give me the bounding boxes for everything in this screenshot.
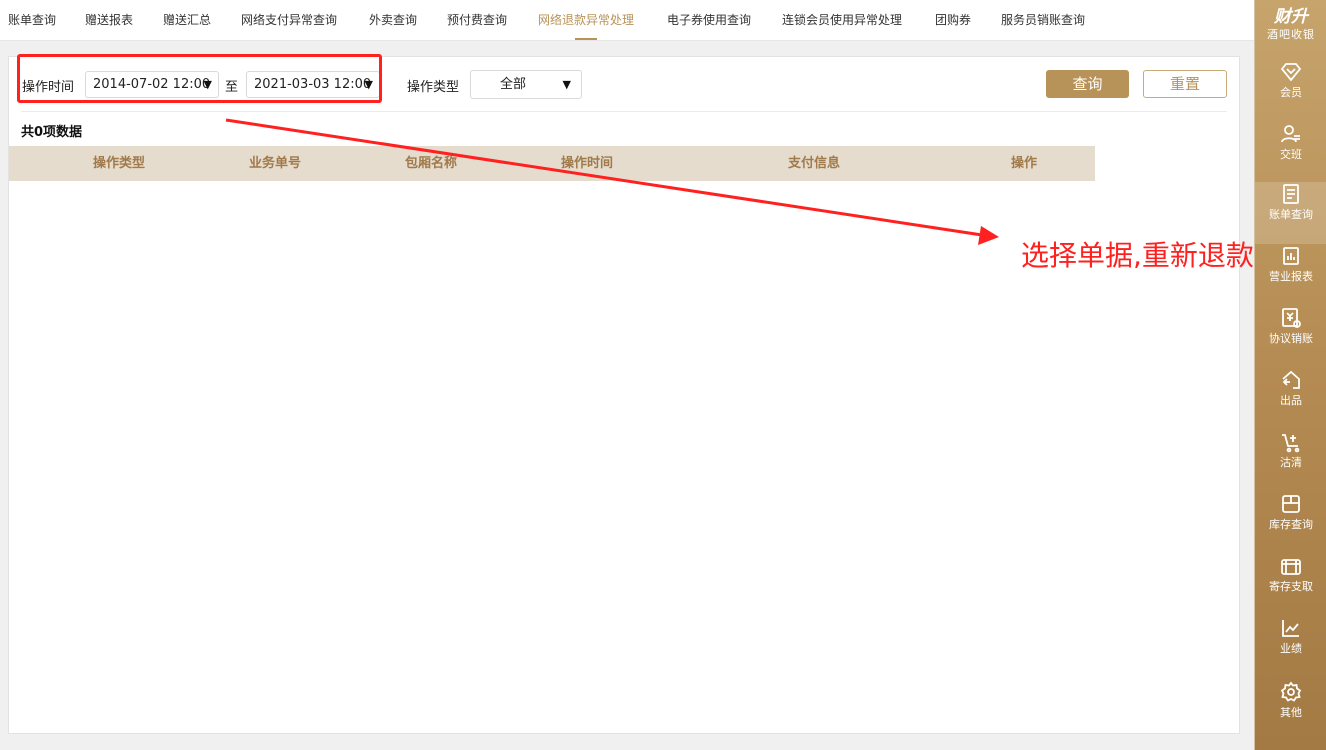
column-header-operation-type: 操作类型 <box>93 156 146 171</box>
range-separator: 至 <box>225 80 239 95</box>
tab-online-refund-exception[interactable]: 网络退款异常处理 <box>538 0 634 40</box>
sidebar-item-agreement-writeoff[interactable]: 协议销账 <box>1255 306 1326 368</box>
diamond-icon <box>1280 63 1302 82</box>
sidebar-item-storage[interactable]: 寄存支取 <box>1255 554 1326 616</box>
inventory-box-icon <box>1282 495 1300 513</box>
sidebar-item-shift[interactable]: 交班 <box>1255 122 1326 184</box>
end-time-select[interactable]: 2021-03-03 12:00 ▼ <box>246 71 380 98</box>
refund-exception-panel: 操作时间 2014-07-02 12:00 ▼ 至 2021-03-03 12:… <box>8 56 1240 734</box>
sold-out-cart-icon <box>1282 434 1300 453</box>
sidebar-item-performance[interactable]: 业绩 <box>1255 616 1326 678</box>
brand-logo: 财升 酒吧收银 <box>1255 6 1326 42</box>
sidebar-label-bill-query: 账单查询 <box>1269 208 1313 221</box>
sidebar-item-other[interactable]: 其他 <box>1255 680 1326 742</box>
report-icon <box>1283 247 1299 265</box>
operation-time-label: 操作时间 <box>22 80 75 95</box>
start-time-value: 2014-07-02 12:00 <box>93 77 211 92</box>
brand-subtitle: 酒吧收银 <box>1267 28 1315 41</box>
caret-down-icon: ▼ <box>203 78 212 91</box>
tab-chain-member-exception[interactable]: 连锁会员使用异常处理 <box>782 0 902 40</box>
tab-ecoupon-query[interactable]: 电子券使用查询 <box>667 0 751 40</box>
top-tab-bar: 账单查询 赠送报表 赠送汇总 网络支付异常查询 外卖查询 预付费查询 网络退款异… <box>0 0 1254 41</box>
right-sidebar: 财升 酒吧收银 会员 交班 账单查询 营业报表 协议销账 出品 沽清 库存查询 … <box>1254 0 1326 750</box>
result-count: 共0项数据 <box>21 125 83 140</box>
storage-icon <box>1281 559 1301 575</box>
table-header: 操作类型 业务单号 包厢名称 操作时间 支付信息 操作 <box>9 146 1095 181</box>
tab-waiter-writeoff-query[interactable]: 服务员销账查询 <box>1001 0 1085 40</box>
sidebar-label-storage: 寄存支取 <box>1269 580 1313 593</box>
reset-button[interactable]: 重置 <box>1143 70 1227 98</box>
sidebar-label-agreement-writeoff: 协议销账 <box>1269 332 1313 345</box>
sidebar-item-business-report[interactable]: 营业报表 <box>1255 244 1326 306</box>
performance-chart-icon <box>1282 620 1299 637</box>
sidebar-label-output: 出品 <box>1280 394 1302 407</box>
sidebar-item-sold-out[interactable]: 沽清 <box>1255 430 1326 492</box>
bill-query-icon <box>1283 184 1299 204</box>
filter-row: 操作时间 2014-07-02 12:00 ▼ 至 2021-03-03 12:… <box>9 57 1239 113</box>
brand-title: 财升 <box>1274 7 1308 27</box>
sidebar-label-inventory: 库存查询 <box>1269 518 1313 531</box>
gear-icon <box>1280 681 1302 702</box>
column-header-room-name: 包厢名称 <box>405 156 458 171</box>
sidebar-label-business-report: 营业报表 <box>1269 270 1313 283</box>
tab-takeout-query[interactable]: 外卖查询 <box>369 0 417 40</box>
caret-down-icon: ▼ <box>562 78 571 91</box>
agreement-writeoff-icon <box>1282 308 1301 328</box>
operation-type-select[interactable]: 全部 ▼ <box>470 70 582 99</box>
shift-handover-icon <box>1281 125 1300 143</box>
column-header-operation-time: 操作时间 <box>561 156 614 171</box>
annotation-text: 选择单据,重新退款 <box>1021 239 1254 272</box>
sidebar-label-performance: 业绩 <box>1280 642 1302 655</box>
sidebar-item-member[interactable]: 会员 <box>1255 60 1326 122</box>
sidebar-item-bill-query[interactable]: 账单查询 <box>1255 182 1326 244</box>
sidebar-label-shift: 交班 <box>1280 148 1302 161</box>
start-time-select[interactable]: 2014-07-02 12:00 ▼ <box>85 71 219 98</box>
sidebar-label-member: 会员 <box>1280 86 1302 99</box>
tab-group-buy-coupon[interactable]: 团购券 <box>935 0 971 40</box>
sidebar-label-sold-out: 沽清 <box>1280 456 1302 469</box>
column-header-action: 操作 <box>1011 156 1038 171</box>
operation-type-value: 全部 <box>499 77 526 92</box>
column-header-business-no: 业务单号 <box>249 156 302 171</box>
filter-divider <box>21 111 1227 112</box>
end-time-value: 2021-03-03 12:00 <box>254 77 372 92</box>
sidebar-label-other: 其他 <box>1280 706 1302 719</box>
tab-bill-query[interactable]: 账单查询 <box>8 0 56 40</box>
tab-online-payment-exception[interactable]: 网络支付异常查询 <box>241 0 337 40</box>
sidebar-item-inventory[interactable]: 库存查询 <box>1255 492 1326 554</box>
caret-down-icon: ▼ <box>364 78 373 91</box>
operation-type-label: 操作类型 <box>407 80 460 95</box>
table-body <box>9 181 1095 721</box>
tab-gift-report[interactable]: 赠送报表 <box>85 0 133 40</box>
sidebar-item-output[interactable]: 出品 <box>1255 368 1326 430</box>
tab-gift-summary[interactable]: 赠送汇总 <box>163 0 211 40</box>
output-icon <box>1282 370 1300 389</box>
tab-prepaid-query[interactable]: 预付费查询 <box>447 0 507 40</box>
search-button[interactable]: 查询 <box>1046 70 1129 98</box>
column-header-payment-info: 支付信息 <box>788 156 841 171</box>
